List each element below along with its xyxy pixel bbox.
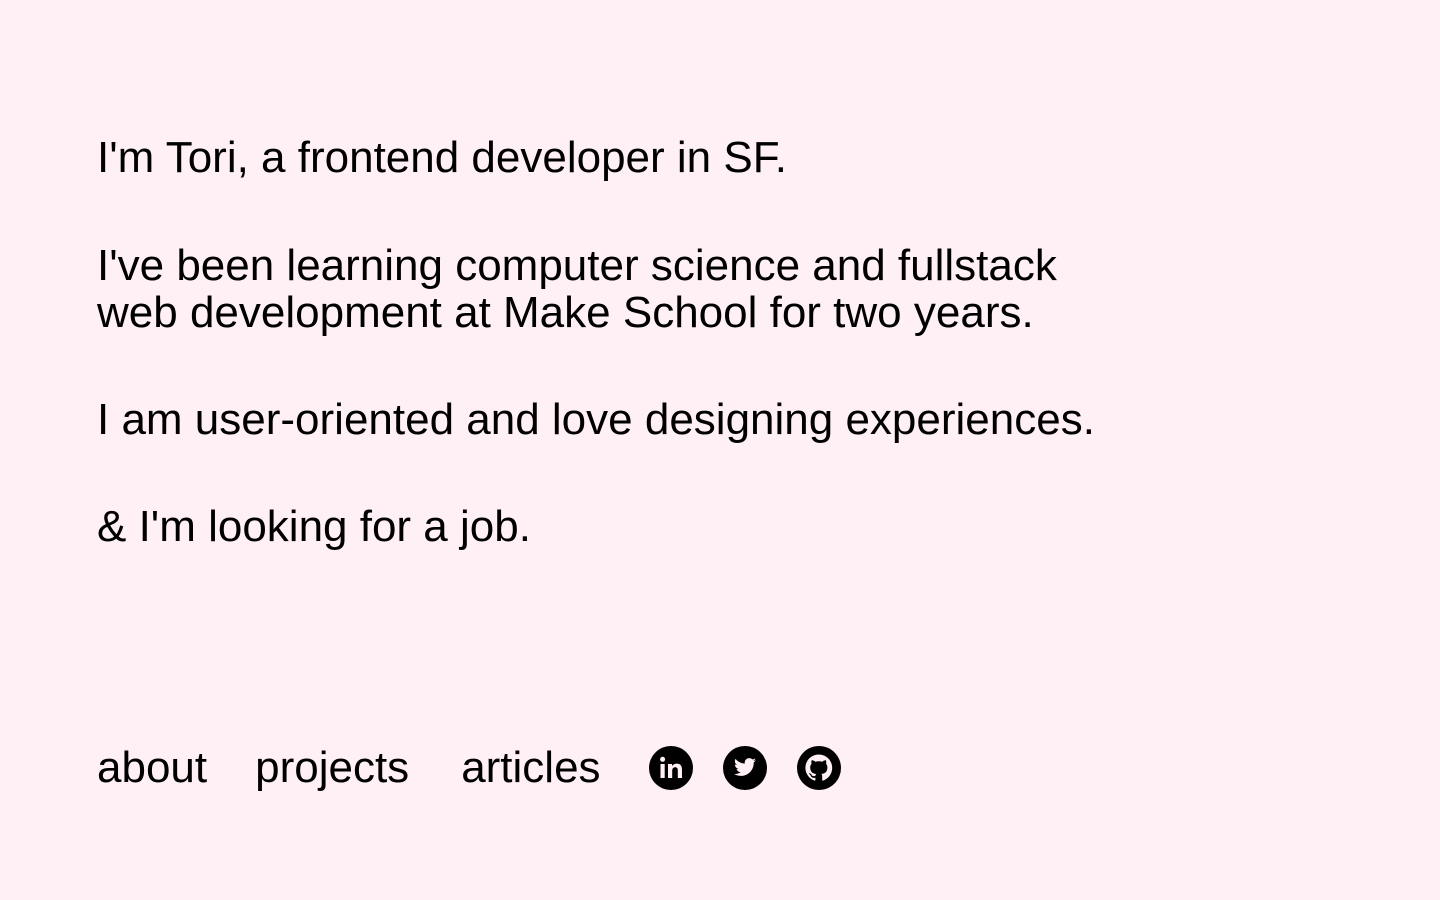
linkedin-link[interactable]: [648, 745, 694, 791]
social-links: [648, 745, 842, 791]
page: I'm Tori, a frontend developer in SF. I'…: [0, 0, 1440, 900]
nav-link-articles[interactable]: articles: [461, 744, 600, 792]
twitter-icon: [722, 746, 767, 790]
github-icon: [796, 746, 841, 790]
intro-line-job: & I'm looking for a job.: [97, 502, 531, 551]
bottom-nav: about projects articles: [97, 744, 842, 792]
linkedin-icon: [648, 746, 693, 790]
intro-line-name: I'm Tori, a frontend developer in SF.: [97, 133, 787, 182]
github-link[interactable]: [796, 745, 842, 791]
intro-line-education: I've been learning computer science and …: [97, 241, 1057, 337]
intro-line-design: I am user-oriented and love designing ex…: [97, 395, 1095, 444]
nav-link-projects[interactable]: projects: [255, 744, 409, 792]
twitter-link[interactable]: [722, 745, 768, 791]
nav-link-about[interactable]: about: [97, 744, 207, 792]
